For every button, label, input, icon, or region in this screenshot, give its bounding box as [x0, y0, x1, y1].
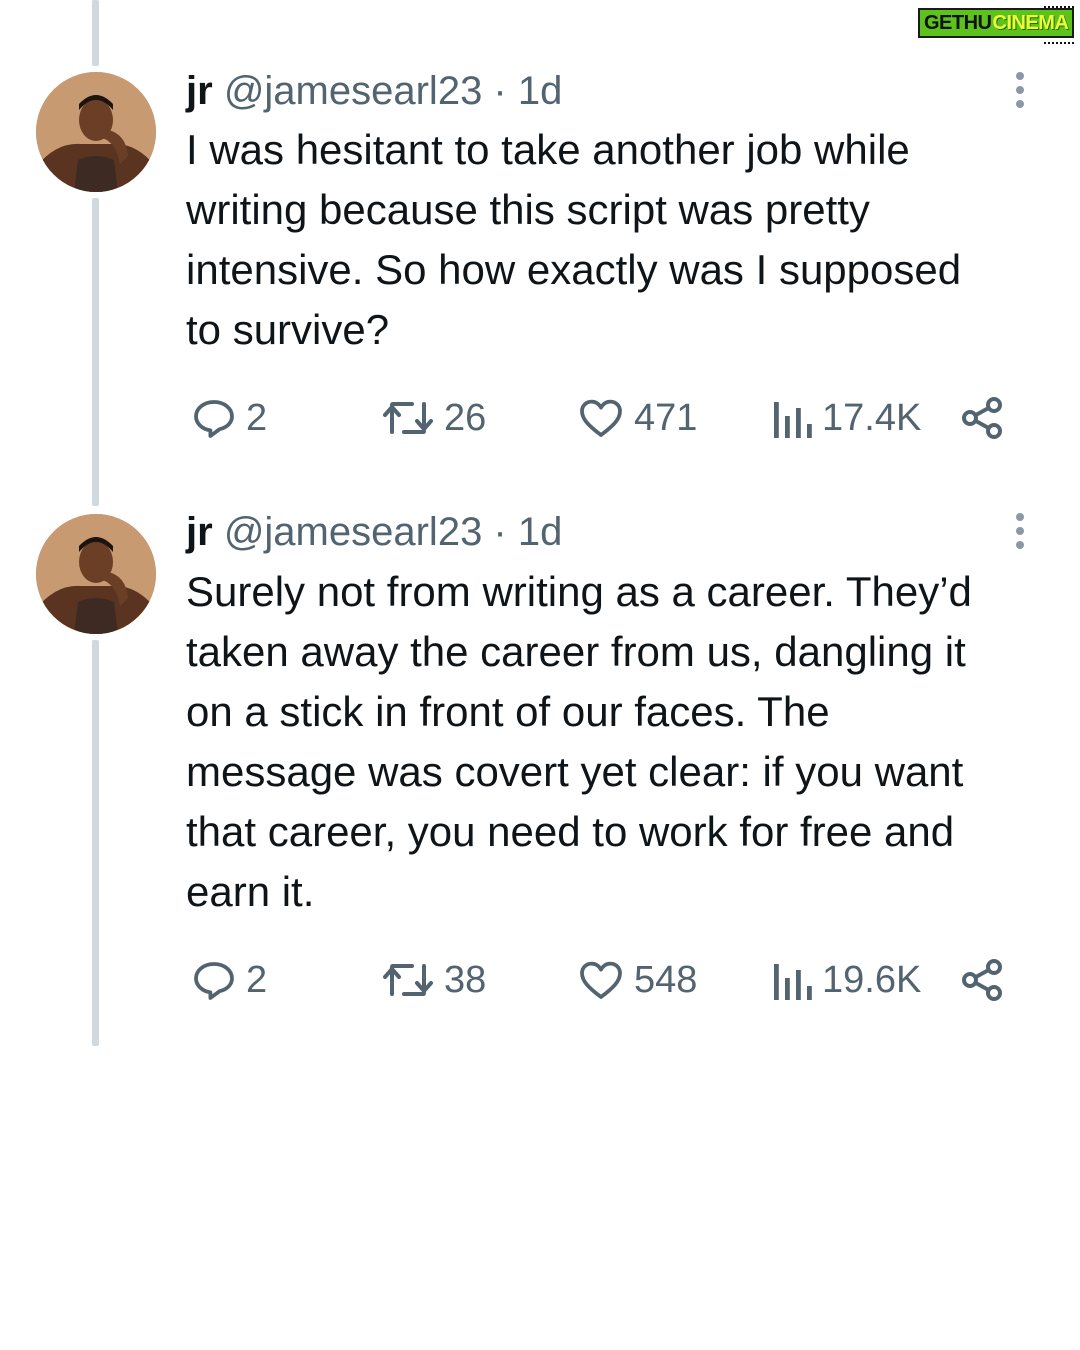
repost-icon	[383, 964, 433, 996]
thread-line-bottom	[92, 640, 99, 1046]
reply-icon	[194, 400, 234, 438]
tweet-header: jr @jamesearl23 · 1d	[186, 507, 562, 557]
avatar-image	[36, 72, 156, 192]
timestamp[interactable]: 1d	[518, 69, 563, 113]
tweet-header: jr @jamesearl23 · 1d	[186, 66, 562, 116]
avatar-image	[36, 514, 156, 634]
film-strip-decoration	[1044, 36, 1074, 44]
separator: ·	[482, 510, 518, 554]
avatar[interactable]	[36, 514, 156, 634]
timestamp[interactable]: 1d	[518, 510, 563, 554]
watermark-text-gethu: GETHU	[924, 11, 992, 34]
reply-button[interactable]: 2	[190, 952, 267, 1008]
tweet-actions: 2 38 548 19.6K	[186, 952, 1026, 1008]
share-button[interactable]	[958, 952, 1006, 1008]
tweet-text: I was hesitant to take another job while…	[186, 126, 962, 353]
reply-icon	[194, 962, 234, 1000]
display-name[interactable]: jr	[186, 510, 213, 554]
share-icon	[962, 397, 1002, 439]
tweet-text: Surely not from writing as a career. The…	[186, 568, 972, 915]
like-button[interactable]: 471	[576, 390, 697, 446]
user-handle[interactable]: @jamesearl23	[224, 510, 483, 554]
avatar[interactable]	[36, 72, 156, 192]
share-icon	[962, 959, 1002, 1001]
thread-line-middle	[92, 198, 99, 506]
film-strip-decoration	[1044, 6, 1074, 14]
tweet-actions: 2 26 471 17.4K	[186, 390, 1026, 446]
views-button[interactable]: 17.4K	[770, 390, 921, 446]
views-button[interactable]: 19.6K	[770, 952, 921, 1008]
reply-count: 2	[246, 396, 268, 439]
view-count: 19.6K	[822, 958, 922, 1001]
watermark-text-cinema: CINEMA	[992, 11, 1069, 34]
thread-line-top	[92, 0, 99, 66]
like-icon	[580, 399, 622, 437]
share-button[interactable]	[958, 390, 1006, 446]
views-icon	[774, 402, 812, 438]
watermark-logo: GETHU CINEMA	[918, 4, 1078, 44]
repost-button[interactable]: 38	[382, 952, 486, 1008]
repost-icon	[383, 402, 433, 434]
separator: ·	[482, 69, 518, 113]
user-handle[interactable]: @jamesearl23	[224, 69, 483, 113]
view-count: 17.4K	[822, 396, 922, 439]
like-count: 471	[634, 396, 698, 439]
like-icon	[580, 961, 622, 999]
more-icon[interactable]	[1006, 509, 1034, 553]
more-icon[interactable]	[1006, 68, 1034, 112]
reply-button[interactable]: 2	[190, 390, 267, 446]
repost-count: 38	[444, 958, 487, 1001]
like-count: 548	[634, 958, 698, 1001]
repost-button[interactable]: 26	[382, 390, 486, 446]
like-button[interactable]: 548	[576, 952, 697, 1008]
repost-count: 26	[444, 396, 487, 439]
views-icon	[774, 964, 812, 1000]
reply-count: 2	[246, 958, 268, 1001]
display-name[interactable]: jr	[186, 69, 213, 113]
